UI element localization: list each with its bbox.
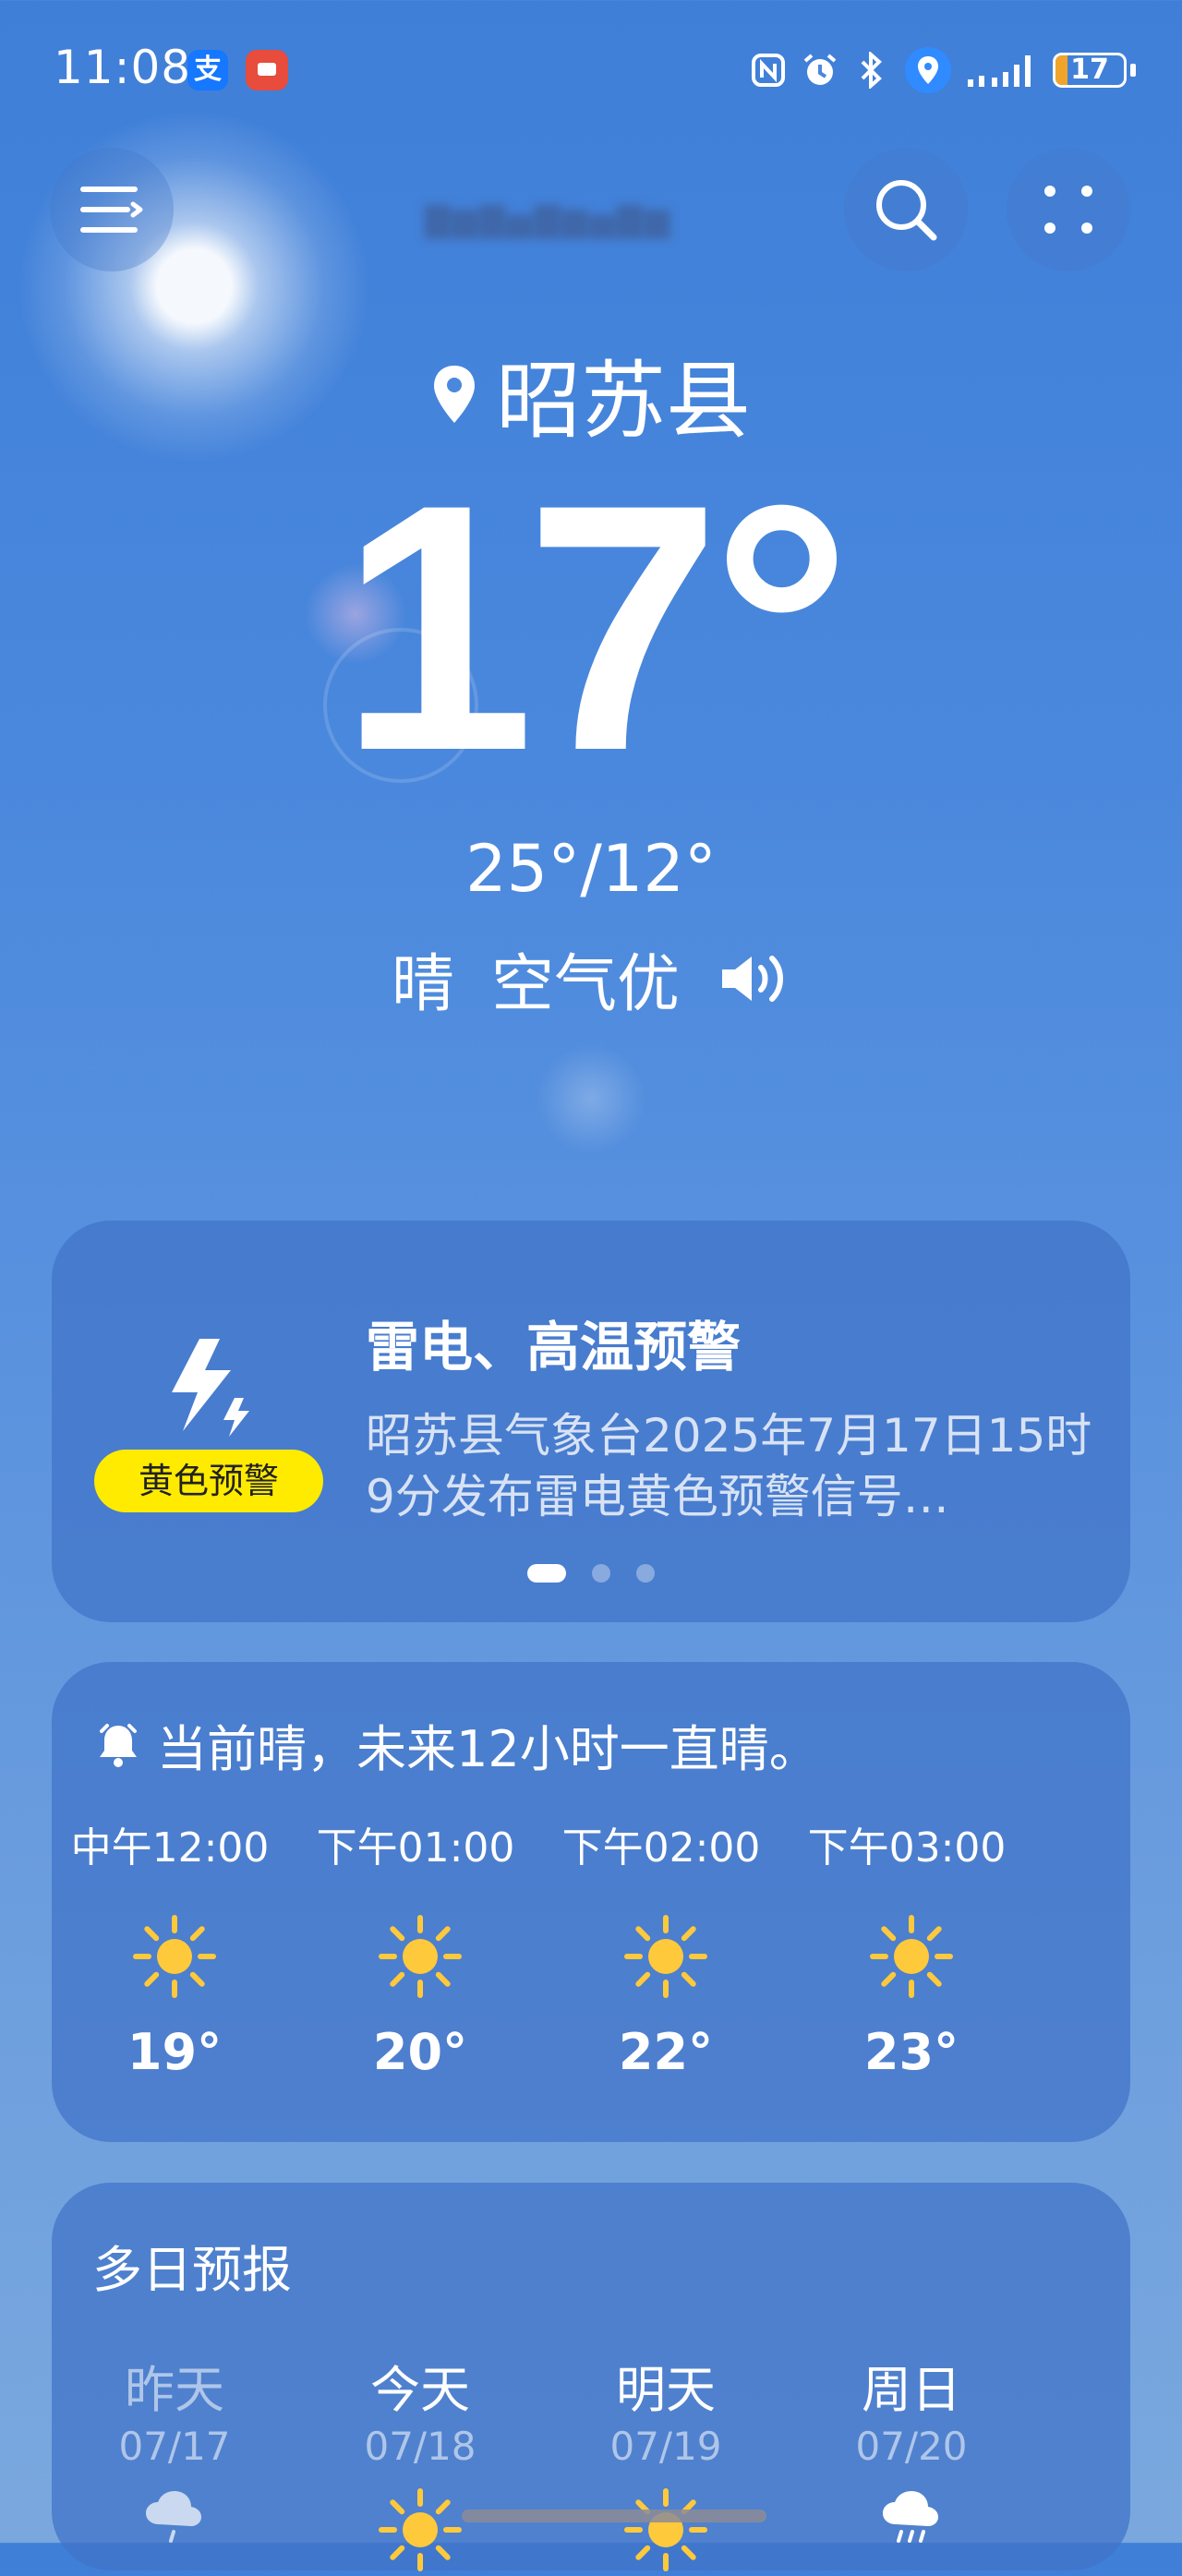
battery-icon: 17 bbox=[1053, 53, 1127, 88]
day-date: 07/19 bbox=[609, 2424, 722, 2469]
bluetooth-icon bbox=[853, 52, 890, 89]
day-name: 昨天 bbox=[125, 2361, 224, 2419]
status-icons: 17 bbox=[750, 44, 1136, 96]
alarm-icon bbox=[802, 52, 838, 89]
warning-title: 雷电、高温预警 bbox=[366, 1316, 742, 1378]
day-name: 周日 bbox=[862, 2361, 961, 2419]
cloud-rain-icon bbox=[789, 2484, 1034, 2558]
day-date: 07/18 bbox=[364, 2424, 476, 2469]
hour-item: 下午03:00 23° bbox=[789, 1814, 1034, 2081]
screen-recorder-icon bbox=[246, 50, 288, 90]
menu-icon bbox=[80, 187, 143, 233]
hour-item: 下午01:00 20° bbox=[297, 1814, 543, 2081]
battery-fill bbox=[1055, 55, 1067, 85]
sun-icon bbox=[789, 1910, 1034, 2003]
day-name: 今天 bbox=[370, 2361, 470, 2419]
speaker-button[interactable] bbox=[717, 949, 790, 1008]
search-icon bbox=[876, 180, 937, 241]
day-item[interactable]: 明天 07/19 bbox=[543, 2349, 789, 2571]
location-icon bbox=[905, 47, 951, 93]
menu-button[interactable] bbox=[50, 148, 174, 271]
hour-time: 下午03:00 bbox=[807, 1824, 1007, 1872]
signal-icon bbox=[966, 52, 1038, 89]
sun-icon bbox=[297, 1910, 543, 2003]
day-date: 07/20 bbox=[855, 2424, 968, 2469]
weather-condition: 晴 bbox=[391, 948, 454, 1021]
status-time: 11:08 bbox=[54, 41, 192, 94]
pager-dot bbox=[636, 1564, 655, 1583]
hour-time: 下午01:00 bbox=[316, 1824, 515, 1872]
hour-temp: 20° bbox=[372, 2023, 468, 2081]
daily-title: 多日预报 bbox=[92, 2241, 292, 2299]
air-quality[interactable]: 空气优 bbox=[491, 933, 680, 1024]
hourly-summary: 当前晴，未来12小时一直晴。 bbox=[98, 1708, 819, 1781]
cloud-rain-icon bbox=[52, 2484, 297, 2558]
hour-temp: 19° bbox=[127, 2023, 223, 2081]
hour-item: 下午02:00 22° bbox=[543, 1814, 789, 2081]
grid-dots-icon bbox=[1044, 186, 1092, 234]
hourly-list: 中午12:00 19° 下午01:00 20° 下午02:00 22° 下午03… bbox=[52, 1814, 1034, 2081]
pager-dot-active bbox=[527, 1564, 566, 1583]
day-date: 07/17 bbox=[118, 2424, 231, 2469]
sun-icon bbox=[543, 1910, 789, 2003]
day-name: 明天 bbox=[616, 2361, 716, 2419]
bell-icon bbox=[100, 1723, 137, 1767]
alipay-icon: 支 bbox=[187, 50, 228, 90]
hour-item: 中午12:00 19° bbox=[52, 1814, 297, 2081]
battery-level: 17 bbox=[1070, 54, 1109, 86]
condition-row: 晴 空气优 bbox=[0, 933, 1182, 1024]
location-pin-icon bbox=[433, 365, 475, 423]
daily-list: 昨天 07/17 今天 07/18 明天 07/19 周日 07/20 bbox=[52, 2349, 1034, 2571]
hour-time: 下午02:00 bbox=[561, 1824, 761, 1872]
day-item[interactable]: 今天 07/18 bbox=[297, 2349, 543, 2571]
warning-pager bbox=[52, 1564, 1130, 1583]
lens-flare bbox=[536, 1043, 646, 1154]
sun-icon bbox=[52, 1910, 297, 2003]
lightning-icon bbox=[166, 1339, 259, 1444]
warning-level-badge: 黄色预警 bbox=[94, 1450, 323, 1512]
hour-temp: 22° bbox=[618, 2023, 714, 2081]
warning-card[interactable]: 黄色预警 雷电、高温预警 昭苏县气象台2025年7月17日15时9分发布雷电黄色… bbox=[52, 1221, 1130, 1622]
hour-time: 中午12:00 bbox=[70, 1824, 270, 1872]
blurred-banner: ▇▆▇▅▇▆▅▇▆ bbox=[425, 201, 672, 239]
pager-dot bbox=[592, 1564, 610, 1583]
home-indicator[interactable] bbox=[462, 2510, 766, 2522]
hourly-summary-text: 当前晴，未来12小时一直晴。 bbox=[157, 1720, 819, 1778]
hourly-forecast-card[interactable]: 当前晴，未来12小时一直晴。 中午12:00 19° 下午01:00 20° 下… bbox=[52, 1662, 1130, 2142]
day-item[interactable]: 昨天 07/17 bbox=[52, 2349, 297, 2558]
day-item[interactable]: 周日 07/20 bbox=[789, 2349, 1034, 2558]
current-temperature: 17° bbox=[339, 431, 852, 824]
hour-temp: 23° bbox=[863, 2023, 959, 2081]
nfc-icon bbox=[750, 52, 787, 89]
temperature-range: 25°/12° bbox=[465, 831, 717, 907]
more-button[interactable] bbox=[1007, 148, 1130, 271]
battery-tip bbox=[1130, 64, 1136, 77]
search-button[interactable] bbox=[844, 148, 968, 271]
warning-description: 昭苏县气象台2025年7月17日15时9分发布雷电黄色预警信号… bbox=[366, 1409, 1092, 1523]
speaker-icon bbox=[722, 955, 784, 1002]
